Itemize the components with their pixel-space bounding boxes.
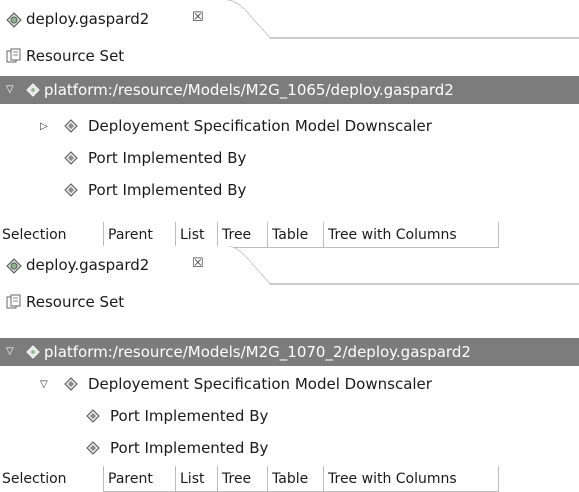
resource-set-row[interactable]: Resource Set: [0, 286, 579, 318]
tab-tree-with-columns[interactable]: Tree with Columns: [324, 466, 499, 492]
tab-tree[interactable]: Tree: [218, 466, 268, 492]
tree-expanded-icon[interactable]: ▽: [6, 338, 14, 366]
tree-collapsed-icon[interactable]: ▷: [40, 111, 48, 143]
tab-tree-with-columns[interactable]: Tree with Columns: [324, 222, 499, 248]
gaspard-model-icon: [6, 12, 22, 28]
resource-set-label: Resource Set: [26, 47, 125, 65]
tree-row-port[interactable]: Port Implemented By: [0, 400, 579, 432]
model-element-icon: [64, 119, 78, 133]
tree-node-label: Deployement Specification Model Downscal…: [88, 117, 432, 135]
tab-selection[interactable]: Selection: [0, 222, 104, 248]
tree-row-resource[interactable]: ▽ platform:/resource/Models/M2G_1070_2/d…: [0, 338, 579, 366]
gaspard-model-icon: [26, 83, 40, 97]
model-element-icon: [64, 183, 78, 197]
tree-node-label: Port Implemented By: [88, 181, 247, 199]
tab-parent[interactable]: Parent: [104, 222, 176, 248]
tree-row-downscaler[interactable]: ▽ Deployement Specification Model Downsc…: [0, 368, 579, 400]
editor-tab-title: deploy.gaspard2: [26, 10, 150, 28]
model-element-icon: [86, 409, 100, 423]
resource-set-row[interactable]: Resource Set: [0, 40, 579, 72]
tab-list[interactable]: List: [176, 466, 218, 492]
tree-expanded-icon[interactable]: ▽: [40, 369, 48, 401]
tab-table[interactable]: Table: [268, 466, 324, 492]
view-tab-bar: Selection Parent List Tree Table Tree wi…: [0, 466, 579, 492]
tree-row-port[interactable]: Port Implemented By: [0, 432, 579, 464]
tab-parent[interactable]: Parent: [104, 466, 176, 492]
tab-selection[interactable]: Selection: [0, 466, 104, 492]
resource-set-label: Resource Set: [26, 293, 125, 311]
model-element-icon: [86, 441, 100, 455]
editor-panel-1: deploy.gaspard2 ☒ Resource Set ▽ platfor…: [0, 0, 579, 248]
view-tab-bar: Selection Parent List Tree Table Tree wi…: [0, 222, 579, 248]
tree-row-port[interactable]: Port Implemented By: [0, 142, 579, 174]
model-element-icon: [64, 151, 78, 165]
gaspard-model-icon: [6, 258, 22, 274]
close-icon[interactable]: ☒: [192, 10, 204, 25]
resource-set-icon: [6, 294, 21, 309]
resource-uri-label: platform:/resource/Models/M2G_1065/deplo…: [44, 81, 454, 99]
tree-node-label: Port Implemented By: [110, 439, 269, 457]
tree-row-downscaler[interactable]: ▷ Deployement Specification Model Downsc…: [0, 110, 579, 142]
tree-node-label: Port Implemented By: [88, 149, 247, 167]
tree-expanded-icon[interactable]: ▽: [6, 76, 14, 104]
model-element-icon: [64, 377, 78, 391]
editor-tab-bar: deploy.gaspard2 ☒: [0, 0, 579, 40]
resource-set-icon: [6, 48, 21, 63]
editor-tab-title: deploy.gaspard2: [26, 256, 150, 274]
tab-table[interactable]: Table: [268, 222, 324, 248]
tree-row-port[interactable]: Port Implemented By: [0, 174, 579, 206]
tree-node-label: Deployement Specification Model Downscal…: [88, 375, 432, 393]
editor-tab-bar: deploy.gaspard2 ☒: [0, 246, 579, 286]
tree-node-label: Port Implemented By: [110, 407, 269, 425]
editor-panel-2: deploy.gaspard2 ☒ Resource Set ▽ platfor…: [0, 246, 579, 492]
resource-uri-label: platform:/resource/Models/M2G_1070_2/dep…: [44, 343, 471, 361]
close-icon[interactable]: ☒: [192, 256, 204, 271]
tab-list[interactable]: List: [176, 222, 218, 248]
tree-row-resource[interactable]: ▽ platform:/resource/Models/M2G_1065/dep…: [0, 76, 579, 104]
gaspard-model-icon: [26, 345, 40, 359]
tab-tree[interactable]: Tree: [218, 222, 268, 248]
